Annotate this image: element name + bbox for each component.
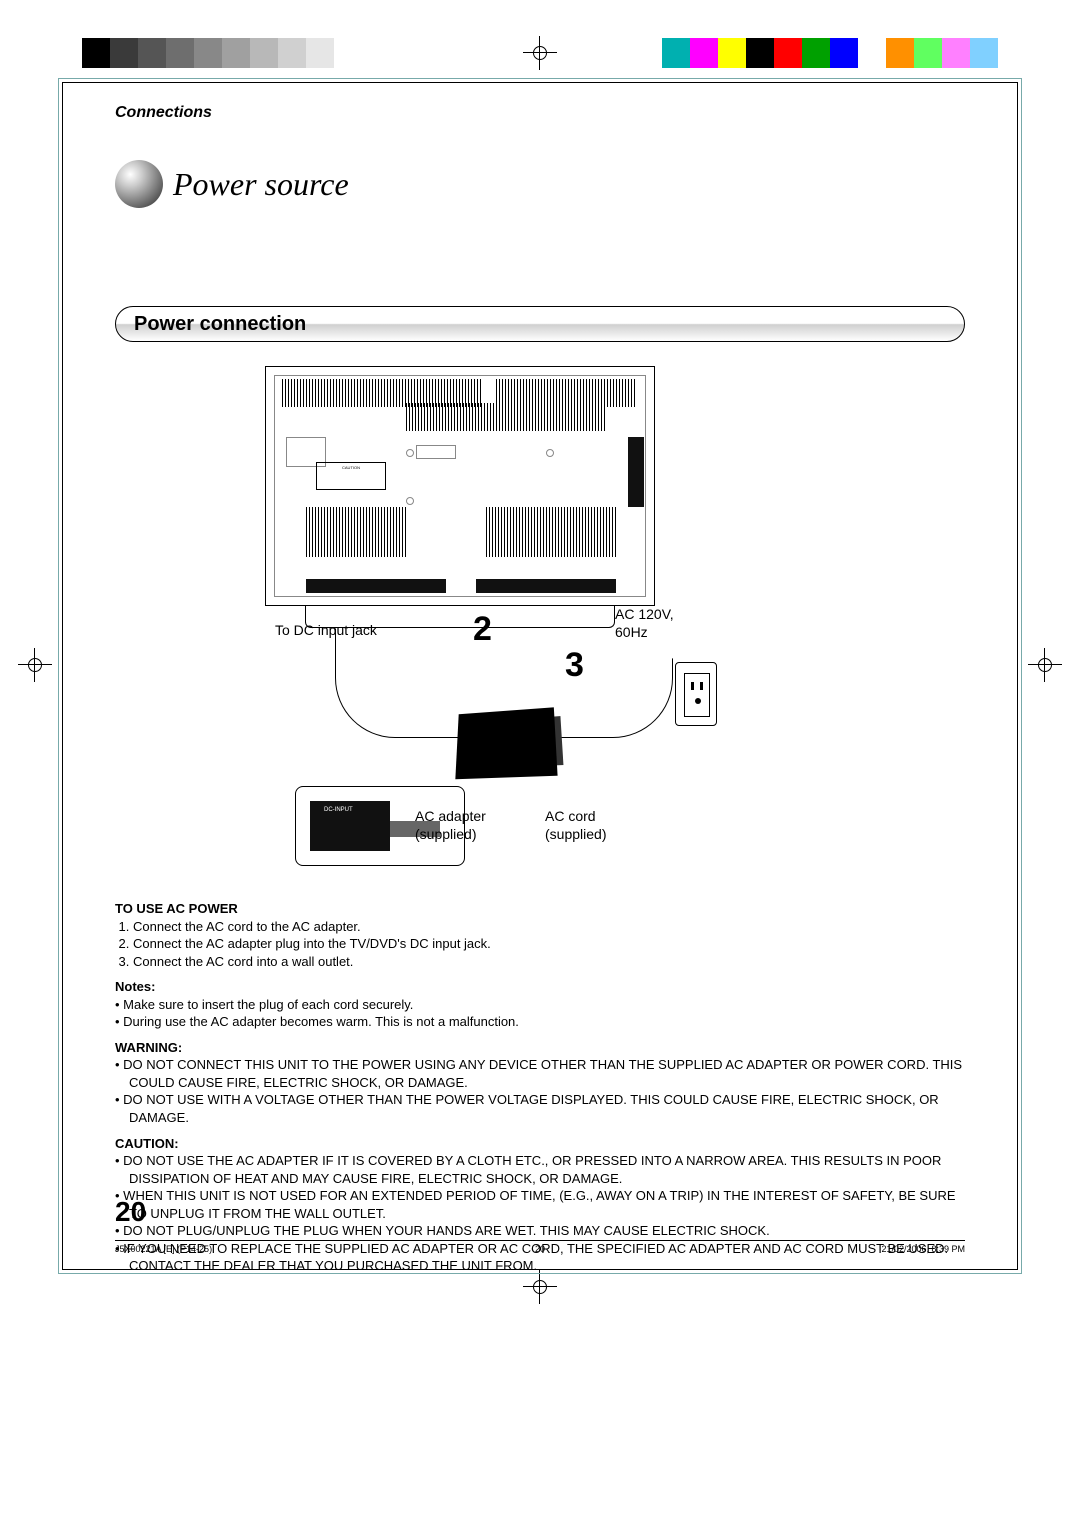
warning-heading: WARNING: <box>115 1039 965 1057</box>
registration-crosshair-left <box>18 648 52 682</box>
list-item: Connect the AC cord into a wall outlet. <box>133 953 965 971</box>
subheading: Power connection <box>134 313 306 336</box>
list-item: Connect the AC cord to the AC adapter. <box>133 918 965 936</box>
registration-crosshair-right <box>1028 648 1062 682</box>
instructions-list: Connect the AC cord to the AC adapter.Co… <box>133 918 965 971</box>
sphere-bullet-icon <box>115 160 163 208</box>
wall-outlet <box>675 662 717 726</box>
section-label: Connections <box>115 104 965 122</box>
page-number: 20 <box>115 1196 146 1228</box>
print-footer: J5X00221A [E] (P14-25) 20 21/02/2006, 8:… <box>115 1240 965 1260</box>
notes-heading: Notes: <box>115 978 965 996</box>
dc-cord <box>335 628 475 738</box>
list-item: Connect the AC adapter plug into the TV/… <box>133 935 965 953</box>
step-marker-1: 1 <box>529 736 548 775</box>
list-item: DO NOT CONNECT THIS UNIT TO THE POWER US… <box>115 1056 965 1091</box>
list-item: DO NOT PLUG/UNPLUG THE PLUG WHEN YOUR HA… <box>115 1222 965 1240</box>
list-item: DO NOT USE THE AC ADAPTER IF IT IS COVER… <box>115 1152 965 1187</box>
label-dc-input: To DC input jack <box>275 622 377 640</box>
instructions-block: TO USE AC POWER Connect the AC cord to t… <box>115 900 965 1275</box>
tv-rear-panel: CAUTION <box>265 366 655 606</box>
caution-heading: CAUTION: <box>115 1135 965 1153</box>
warning-list: DO NOT CONNECT THIS UNIT TO THE POWER US… <box>115 1056 965 1126</box>
list-item: WHEN THIS UNIT IS NOT USED FOR AN EXTEND… <box>115 1187 965 1222</box>
page-title: Power source <box>173 166 349 203</box>
wiring-diagram: CAUTION DC-INPUT 1 2 3 To DC input <box>115 366 965 876</box>
content-area: Connections Power source Power connectio… <box>115 104 965 1275</box>
list-item: Make sure to insert the plug of each cor… <box>115 996 965 1014</box>
registration-bar-color <box>662 38 998 68</box>
registration-bar-grayscale <box>82 38 418 68</box>
label-ac-voltage: AC 120V, 60Hz <box>615 606 674 641</box>
step-marker-3: 3 <box>565 646 584 685</box>
instructions-heading: TO USE AC POWER <box>115 900 965 918</box>
footer-mid: 20 <box>535 1244 545 1254</box>
footer-left: J5X00221A [E] (P14-25) <box>115 1244 212 1260</box>
list-item: During use the AC adapter becomes warm. … <box>115 1013 965 1031</box>
label-ac-cord: AC cord (supplied) <box>545 808 606 843</box>
footer-right: 21/02/2006, 8:39 PM <box>881 1244 965 1260</box>
notes-list: Make sure to insert the plug of each cor… <box>115 996 965 1031</box>
registration-crosshair-top <box>523 36 557 70</box>
step-marker-2: 2 <box>473 610 492 649</box>
page-root: Connections Power source Power connectio… <box>0 0 1080 1528</box>
subheading-bar: Power connection <box>115 306 965 342</box>
registration-crosshair-bottom <box>523 1270 557 1304</box>
label-ac-adapter: AC adapter (supplied) <box>415 808 486 843</box>
caution-sticker: CAUTION <box>316 462 386 490</box>
list-item: DO NOT USE WITH A VOLTAGE OTHER THAN THE… <box>115 1091 965 1126</box>
title-row: Power source <box>115 160 965 208</box>
